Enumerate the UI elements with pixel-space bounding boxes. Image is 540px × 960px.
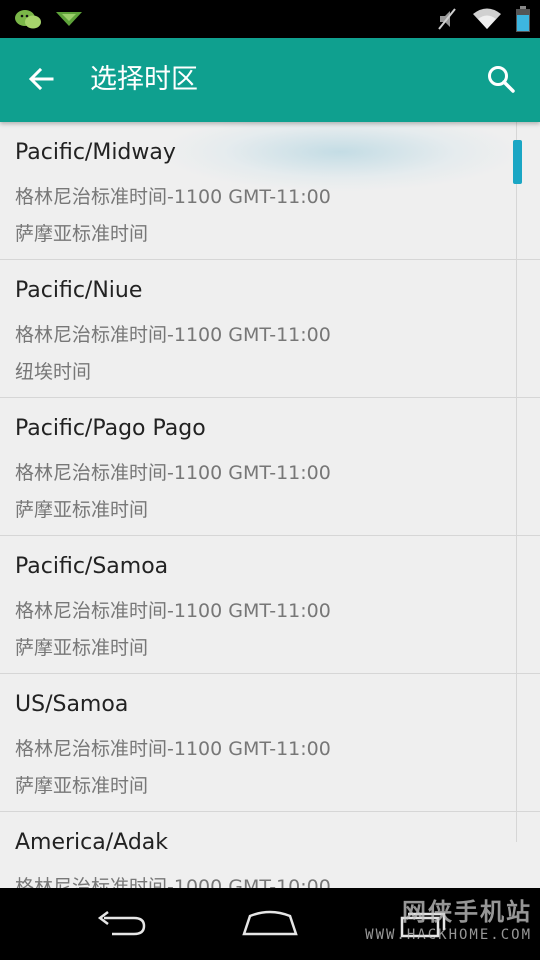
list-item[interactable]: America/Adak 格林尼治标准时间-1000 GMT-10:00 xyxy=(0,812,540,888)
list-item[interactable]: Pacific/Samoa 格林尼治标准时间-1100 GMT-11:00 萨摩… xyxy=(0,536,540,674)
timezone-zone-name: 萨摩亚标准时间 xyxy=(15,775,149,797)
watermark: 网侠手机站 WWW.HACKHOME.COM xyxy=(365,892,532,943)
status-bar xyxy=(0,0,540,38)
search-icon xyxy=(486,64,516,98)
mute-icon xyxy=(436,7,458,35)
scrollbar-thumb[interactable] xyxy=(513,140,522,184)
timezone-offset: 格林尼治标准时间-1100 GMT-11:00 xyxy=(15,324,331,346)
timezone-name: Pacific/Niue xyxy=(15,278,143,303)
battery-icon xyxy=(516,6,530,36)
scroll-track xyxy=(516,122,517,842)
list-item[interactable]: Pacific/Niue 格林尼治标准时间-1100 GMT-11:00 纽埃时… xyxy=(0,260,540,398)
timezone-offset: 格林尼治标准时间-1100 GMT-11:00 xyxy=(15,462,331,484)
list-item[interactable]: Pacific/Pago Pago 格林尼治标准时间-1100 GMT-11:0… xyxy=(0,398,540,536)
back-icon xyxy=(92,908,148,942)
timezone-list[interactable]: Pacific/Midway 格林尼治标准时间-1100 GMT-11:00 萨… xyxy=(0,122,540,888)
timezone-zone-name: 纽埃时间 xyxy=(15,361,92,383)
search-button[interactable] xyxy=(480,60,522,102)
download-icon xyxy=(54,8,84,34)
app-bar: 选择时区 xyxy=(0,38,540,122)
timezone-name: Pacific/Pago Pago xyxy=(15,416,206,441)
wifi-icon xyxy=(472,7,502,35)
back-button[interactable] xyxy=(20,60,62,102)
timezone-name: US/Samoa xyxy=(15,692,129,717)
nav-back-button[interactable] xyxy=(85,906,155,944)
timezone-name: Pacific/Midway xyxy=(15,140,176,165)
wechat-icon xyxy=(14,8,42,34)
timezone-offset: 格林尼治标准时间-1100 GMT-11:00 xyxy=(15,738,331,760)
page-title: 选择时区 xyxy=(90,64,198,95)
timezone-name: America/Adak xyxy=(15,830,169,855)
timezone-offset: 格林尼治标准时间-1000 GMT-10:00 xyxy=(15,876,331,888)
timezone-zone-name: 萨摩亚标准时间 xyxy=(15,223,149,245)
timezone-name: Pacific/Samoa xyxy=(15,554,169,579)
home-icon xyxy=(240,908,300,942)
watermark-text-en: WWW.HACKHOME.COM xyxy=(365,927,532,943)
back-arrow-icon xyxy=(27,65,55,97)
watermark-text-cn: 网侠手机站 xyxy=(402,898,532,926)
timezone-offset: 格林尼治标准时间-1100 GMT-11:00 xyxy=(15,186,331,208)
list-item[interactable]: Pacific/Midway 格林尼治标准时间-1100 GMT-11:00 萨… xyxy=(0,122,540,260)
timezone-zone-name: 萨摩亚标准时间 xyxy=(15,499,149,521)
list-item[interactable]: US/Samoa 格林尼治标准时间-1100 GMT-11:00 萨摩亚标准时间 xyxy=(0,674,540,812)
timezone-offset: 格林尼治标准时间-1100 GMT-11:00 xyxy=(15,600,331,622)
nav-home-button[interactable] xyxy=(235,906,305,944)
timezone-zone-name: 萨摩亚标准时间 xyxy=(15,637,149,659)
